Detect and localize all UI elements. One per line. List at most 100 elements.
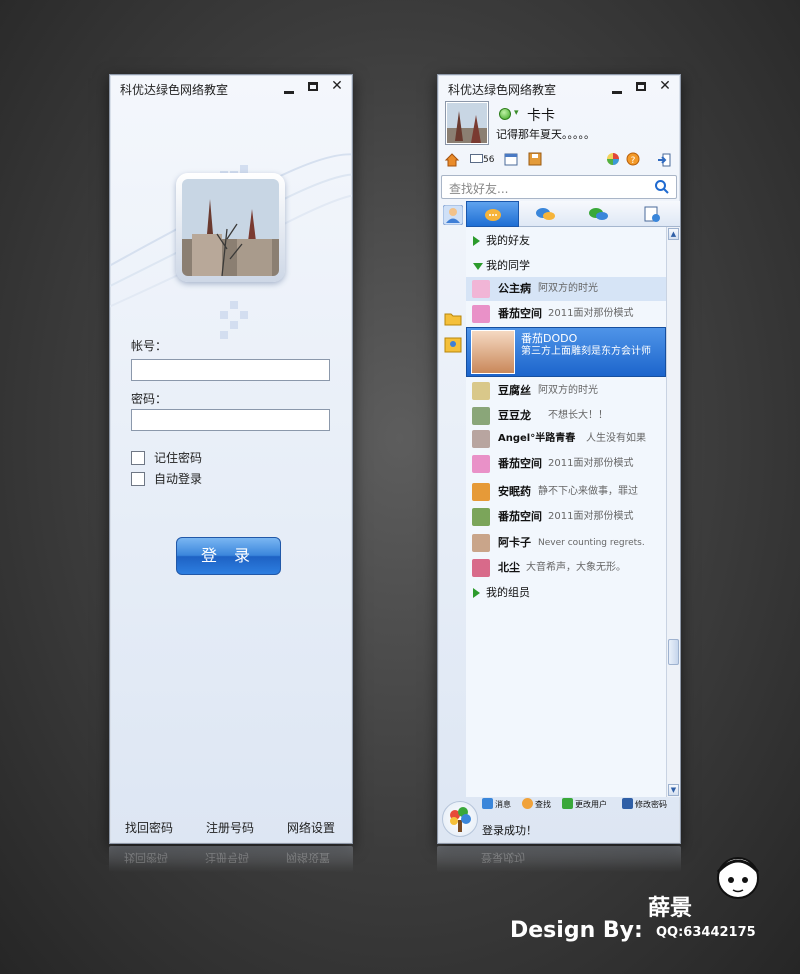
account-input[interactable]: [131, 359, 330, 381]
auto-login-checkbox[interactable]: 自动登录: [131, 471, 202, 487]
contact-row[interactable]: 番茄空间 2011面对那份模式: [466, 505, 666, 529]
expand-arrow-icon: [473, 236, 480, 246]
scroll-up-icon[interactable]: ▲: [668, 228, 679, 240]
contact-row-selected[interactable]: 番茄DODO 第三方上面雕刻是东方会计师: [466, 327, 666, 377]
maximize-icon: [308, 81, 318, 91]
contact-row[interactable]: 番茄空间 2011面对那份模式: [466, 452, 666, 476]
online-status-icon[interactable]: [499, 108, 511, 120]
minimize-button[interactable]: [606, 76, 628, 96]
main-titlebar[interactable]: 科优达绿色网络教室 ✕: [438, 75, 680, 101]
register-link[interactable]: 注册号码: [206, 819, 254, 836]
login-window-title: 科优达绿色网络教室: [120, 83, 229, 97]
maximize-button[interactable]: [630, 76, 652, 96]
password-input[interactable]: [131, 409, 330, 431]
contact-row[interactable]: 公主病 阿双方的时光: [466, 277, 666, 301]
find-button[interactable]: 查找: [522, 797, 551, 813]
reflection-text: 注册号码: [205, 851, 249, 864]
designer-name: 薛景: [648, 896, 693, 921]
calendar-icon[interactable]: [504, 152, 518, 168]
contact-avatar: [472, 382, 490, 400]
close-button[interactable]: ✕: [326, 76, 348, 96]
side-icon-column: [438, 201, 466, 797]
contact-status: 第三方上面雕刻是东方会计师: [521, 346, 651, 357]
contact-name: 豆豆龙: [498, 409, 531, 422]
contact-list: 我的好友 我的同学 公主病 阿双方的时光 番茄空间 2011面对那份模式 番茄D…: [466, 227, 666, 797]
group-label: 我的同学: [486, 259, 530, 272]
auto-login-label: 自动登录: [154, 472, 203, 486]
friend-search-input[interactable]: 查找好友...: [441, 175, 677, 199]
contact-row[interactable]: 番茄空间 2011面对那份模式: [466, 302, 666, 326]
contact-row[interactable]: 豆腐丝 阿双方的时光: [466, 379, 666, 403]
scroll-down-icon[interactable]: ▼: [668, 784, 679, 796]
change-user-button[interactable]: 更改用户: [562, 797, 607, 813]
contact-list-scrollbar[interactable]: ▲ ▼: [666, 227, 680, 797]
login-titlebar[interactable]: 科优达绿色网络教室 ✕: [110, 75, 352, 101]
switch-user-icon: [562, 798, 573, 809]
svg-text:?: ?: [631, 156, 636, 166]
recover-password-link[interactable]: 找回密码: [125, 819, 173, 836]
mail-count: 56: [483, 155, 495, 165]
maximize-button[interactable]: [302, 76, 324, 96]
checkbox-box: [131, 451, 145, 465]
help-icon[interactable]: ?: [626, 152, 640, 168]
remember-password-checkbox[interactable]: 记住密码: [131, 450, 202, 466]
checkbox-box: [131, 472, 145, 486]
contact-row[interactable]: 豆豆龙 不想长大！！: [466, 404, 666, 428]
expand-arrow-icon: [473, 588, 480, 598]
group-my-friends[interactable]: 我的好友: [466, 230, 666, 252]
close-icon: ✕: [331, 78, 343, 94]
minimize-icon: [612, 91, 622, 94]
folder-side-icon[interactable]: [443, 309, 463, 329]
change-password-button[interactable]: 修改密码: [622, 797, 667, 813]
scroll-thumb[interactable]: [668, 639, 679, 665]
contact-row[interactable]: 北尘 大音希声，大象无形。: [466, 556, 666, 580]
tab-discussion[interactable]: [572, 201, 625, 227]
color-palette-icon[interactable]: [606, 152, 620, 168]
contacts-side-icon[interactable]: [442, 204, 464, 226]
login-button[interactable]: 登 录: [176, 537, 281, 575]
contact-row[interactable]: 安眠药 静不下心来做事，罪过: [466, 480, 666, 504]
tab-group-chat[interactable]: [519, 201, 572, 227]
contact-name: 阿卡子: [498, 536, 531, 549]
minimize-icon: [284, 91, 294, 94]
reflection-text: 网络设置: [286, 851, 330, 864]
contact-name: 豆腐丝: [498, 384, 531, 397]
logout-icon[interactable]: [656, 152, 672, 168]
mail-button[interactable]: 56: [470, 152, 494, 168]
group-my-members[interactable]: 我的组员: [466, 582, 666, 604]
contact-status: 大音希声，大象无形。: [526, 562, 626, 573]
main-tab-strip: [466, 201, 680, 227]
group-side-icon[interactable]: [443, 335, 463, 355]
contact-status: Never counting regrets.: [538, 538, 645, 548]
search-icon[interactable]: [654, 179, 670, 195]
tab-recent-chats[interactable]: [466, 201, 519, 227]
contact-avatar: [472, 305, 490, 323]
contact-name: 北尘: [498, 561, 520, 574]
home-icon[interactable]: [444, 152, 460, 168]
contact-avatar: [472, 455, 490, 473]
network-settings-link[interactable]: 网络设置: [287, 819, 335, 836]
contact-name: 番茄空间: [498, 457, 542, 470]
floppy-icon[interactable]: [528, 152, 542, 168]
user-avatar[interactable]: [176, 173, 285, 282]
contact-status: 2011面对那份模式: [548, 458, 634, 469]
tree-logo-icon: [442, 801, 478, 837]
contact-row[interactable]: 阿卡子 Never counting regrets.: [466, 531, 666, 555]
contact-name: 番茄空间: [498, 510, 542, 523]
minimize-button[interactable]: [278, 76, 300, 96]
tab-history[interactable]: [625, 201, 678, 227]
contact-name: 公主病: [498, 282, 531, 295]
message-button[interactable]: 消息: [482, 797, 511, 813]
signature[interactable]: 记得那年夏天。。。。。: [496, 126, 595, 142]
close-button[interactable]: ✕: [654, 76, 676, 96]
contact-avatar: [472, 534, 490, 552]
group-my-classmates[interactable]: 我的同学: [466, 255, 666, 277]
contact-row[interactable]: Angel°半路青春 人生没有如果: [466, 427, 666, 451]
main-window: 科优达绿色网络教室 ✕ ▾ 卡卡 记得那年夏天。。。。。 56 ? 查找好友..…: [437, 74, 681, 844]
profile-avatar[interactable]: [445, 101, 489, 145]
group-label: 我的好友: [486, 234, 530, 247]
girl-doodle-icon: [716, 857, 760, 899]
status-dropdown-icon[interactable]: ▾: [514, 108, 519, 118]
password-label: 密码：: [131, 392, 168, 406]
collapse-arrow-icon: [473, 263, 483, 270]
